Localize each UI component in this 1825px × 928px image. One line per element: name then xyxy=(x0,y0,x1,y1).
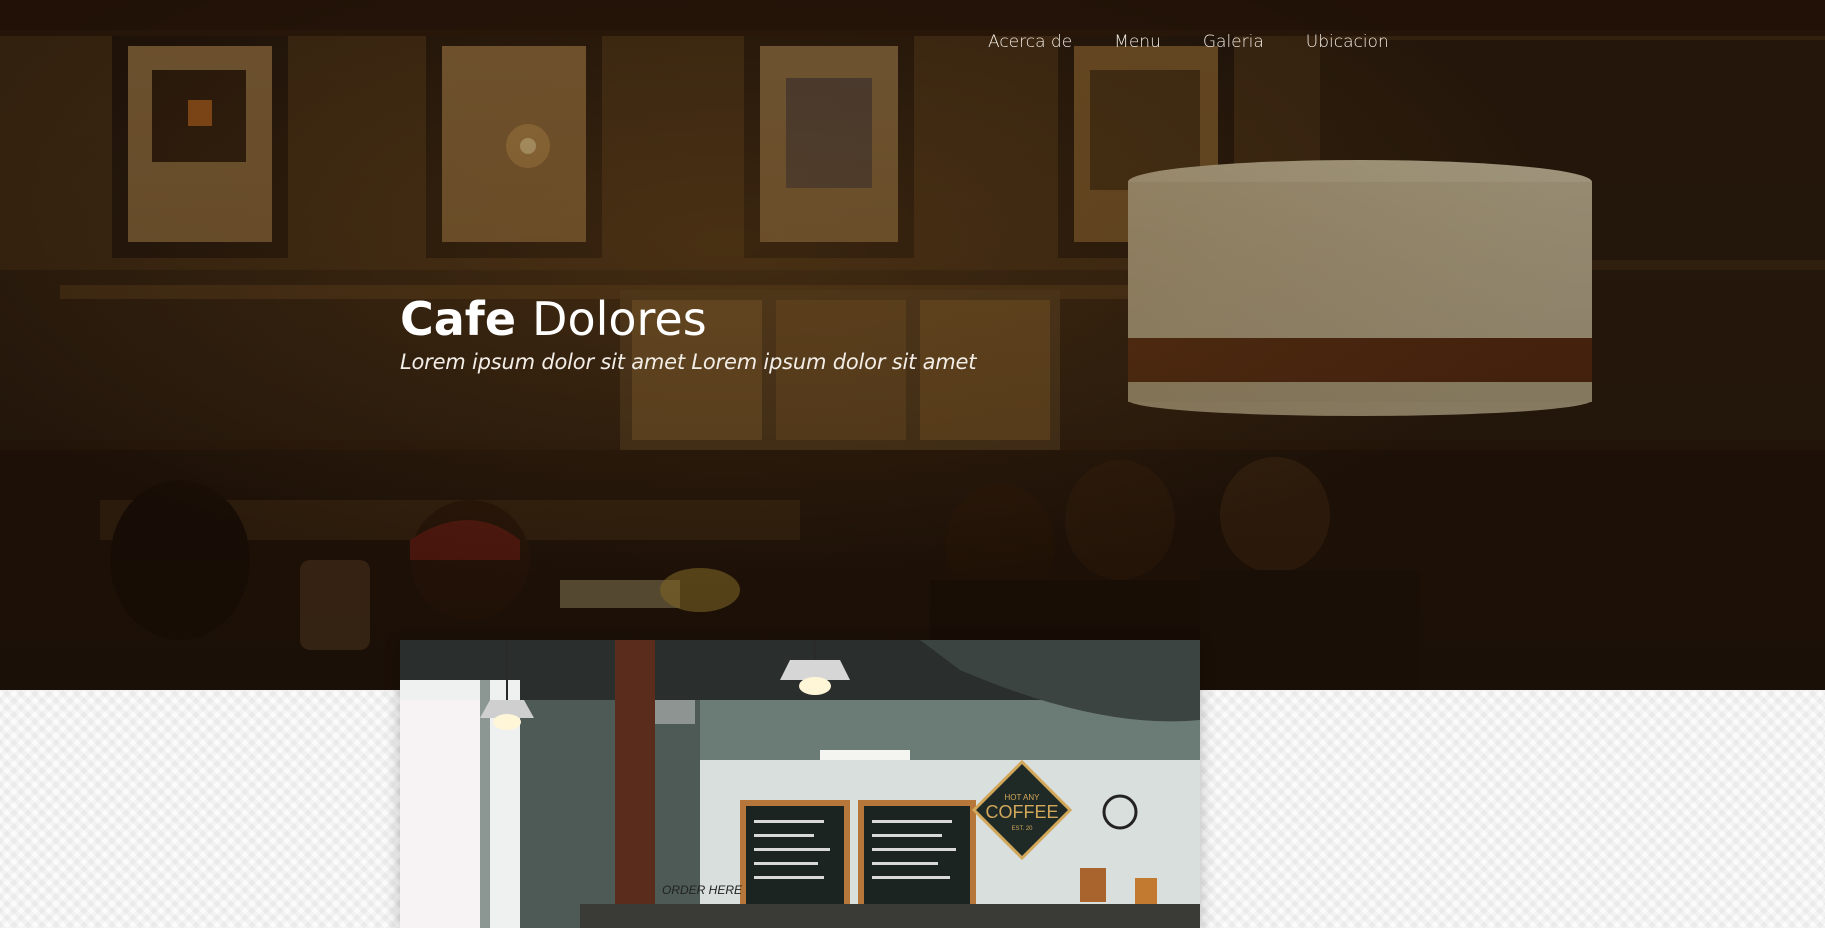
nav-link-acerca-de[interactable]: Acerca de xyxy=(988,32,1093,52)
hero-subtitle: Lorem ipsum dolor sit amet Lorem ipsum d… xyxy=(400,350,977,374)
site-title-bold: Cafe xyxy=(400,292,517,346)
site-title-light: Dolores xyxy=(532,292,707,346)
coffee-sign-bottom: EST. 20 xyxy=(1011,826,1033,832)
nav-link-ubicacion[interactable]: Ubicacion xyxy=(1285,32,1410,52)
nav-link-menu[interactable]: Menu xyxy=(1093,32,1182,52)
hero-text: Cafe Dolores Lorem ipsum dolor sit amet … xyxy=(400,292,977,374)
main-nav: Acerca de Menu Galeria Ubicacion xyxy=(988,32,1410,52)
site-title: Cafe Dolores xyxy=(400,292,976,346)
hero-section: Acerca de Menu Galeria Ubicacion Cafe Do… xyxy=(0,0,1825,690)
coffee-sign-text: COFFEE xyxy=(985,802,1058,822)
feature-image: HOT ANY COFFEE EST. 20 ORDER HERE xyxy=(400,640,1200,928)
top-bar xyxy=(0,0,1825,36)
coffee-sign-top: HOT ANY xyxy=(1005,793,1041,802)
nav-link-galeria[interactable]: Galeria xyxy=(1182,32,1285,52)
order-here-sign: ORDER HERE xyxy=(662,883,743,897)
